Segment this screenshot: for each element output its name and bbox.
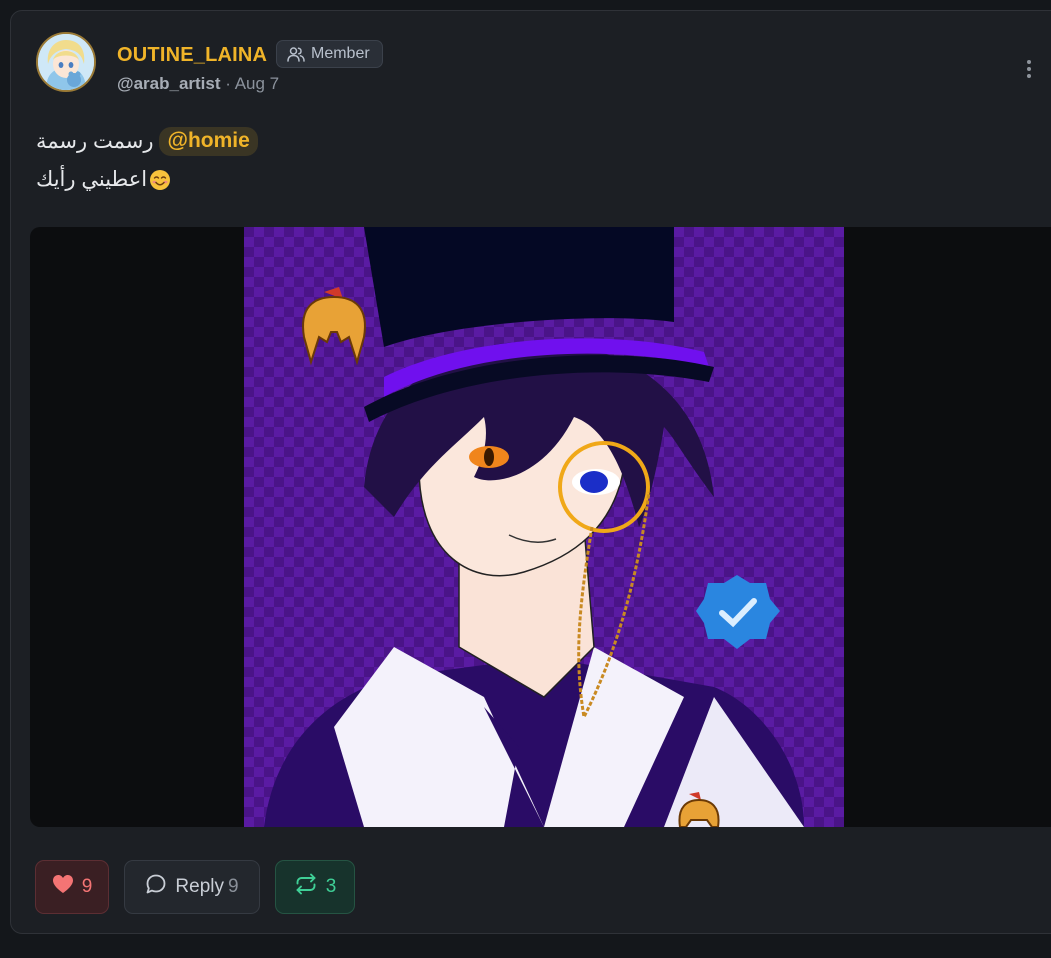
repost-button[interactable]: 3 [275, 860, 355, 914]
post-text-line-1: رسمت رسمة @homie [36, 127, 258, 156]
like-button[interactable]: 9 [35, 860, 109, 914]
post-text: رسمت رسمة [36, 130, 154, 153]
heart-icon [52, 874, 74, 900]
reply-button[interactable]: Reply 9 [124, 860, 260, 914]
reply-count: 9 [228, 876, 239, 897]
author-name[interactable]: OUTINE_LAINA [117, 44, 267, 67]
post-card: OUTINE_LAINA Member @arab_artist · Aug 7… [10, 10, 1051, 934]
post-artwork-image[interactable] [244, 227, 844, 827]
meta-separator: · [220, 74, 235, 93]
like-count: 9 [81, 876, 93, 897]
avatar[interactable] [36, 32, 96, 92]
mention-link[interactable]: @homie [159, 127, 258, 156]
smiling-face-icon [149, 169, 171, 191]
post-image-container[interactable] [30, 227, 1051, 827]
author-handle[interactable]: @arab_artist [117, 74, 221, 93]
speech-bubble-icon [145, 873, 167, 901]
reply-label: Reply [175, 876, 224, 897]
post-date[interactable]: Aug 7 [235, 74, 279, 93]
more-vertical-icon[interactable] [1019, 55, 1039, 83]
repost-arrows-icon [294, 873, 318, 901]
role-badge-label: Member [311, 45, 370, 62]
post-actions: 9 Reply 9 3 [35, 860, 355, 914]
users-icon [287, 46, 305, 62]
role-badge: Member [276, 40, 383, 68]
post-text: اعطيني رأيك [36, 168, 148, 191]
post-text-line-2: اعطيني رأيك [36, 167, 171, 192]
post-meta: @arab_artist · Aug 7 [117, 74, 279, 94]
repost-count: 3 [325, 876, 337, 897]
